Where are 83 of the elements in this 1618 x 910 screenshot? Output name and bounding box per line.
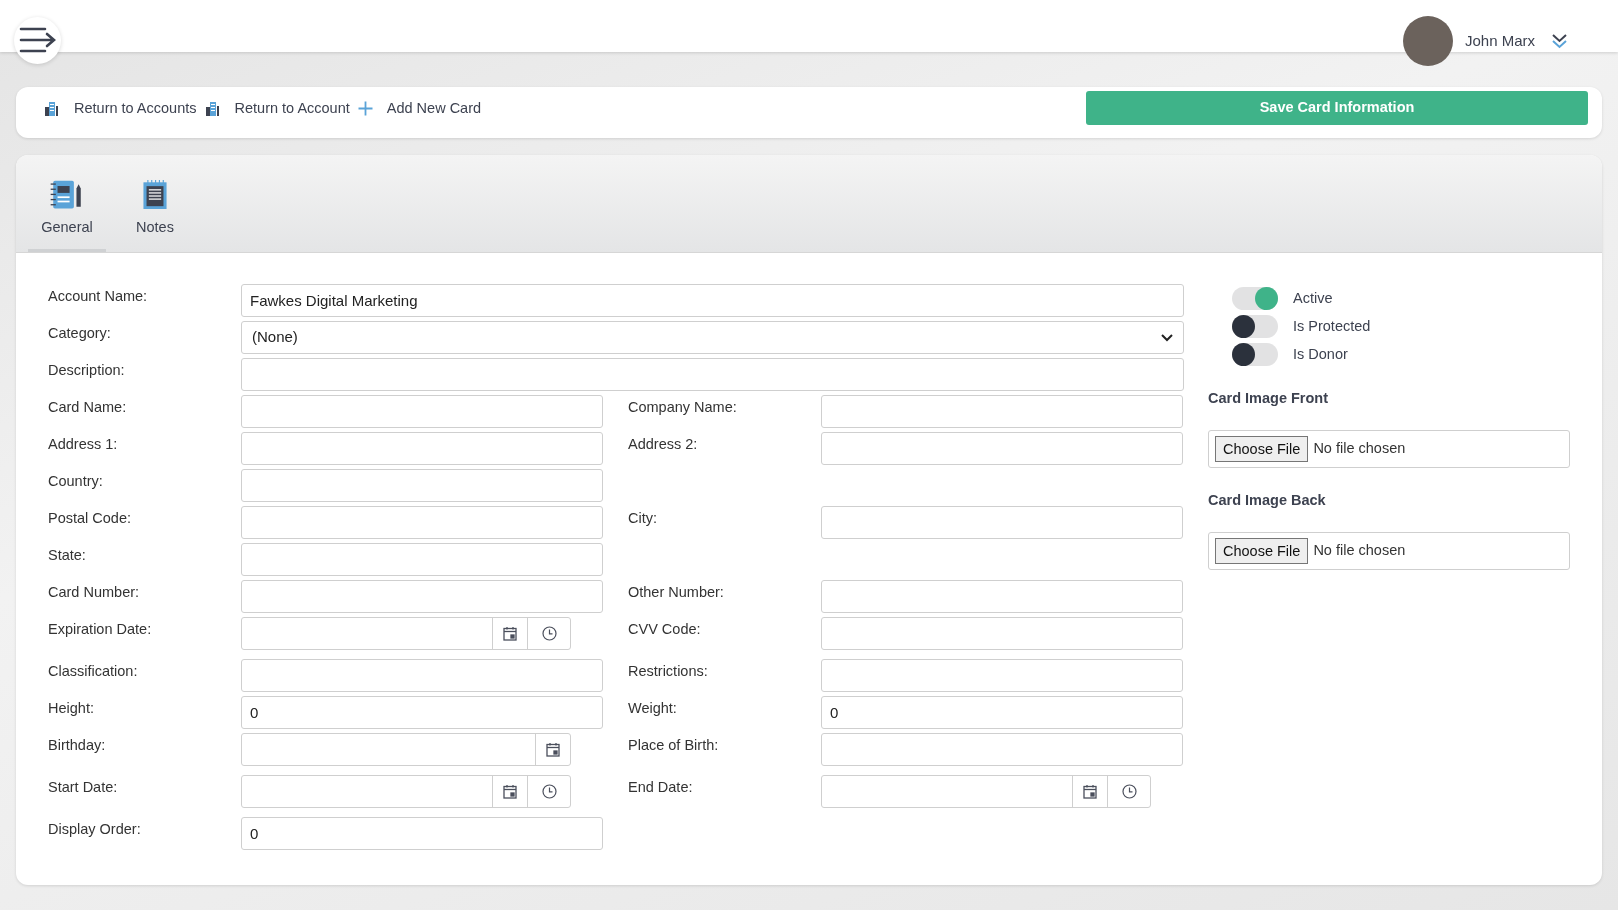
input-field[interactable]: Fawkes Digital Marketing xyxy=(241,284,1184,317)
field-label: Company Name: xyxy=(628,398,738,417)
plus-icon xyxy=(357,101,373,116)
file-status: No file chosen xyxy=(1313,439,1406,459)
field-label: Display Order: xyxy=(48,820,142,839)
menu-icon[interactable] xyxy=(14,16,61,64)
input-field[interactable]: 0 xyxy=(241,817,603,850)
clock-icon xyxy=(541,784,557,799)
field-label: Weight: xyxy=(628,699,678,718)
toggle-switch[interactable] xyxy=(1232,315,1278,338)
notepad-icon xyxy=(140,180,170,210)
input-field[interactable] xyxy=(821,659,1183,692)
input-field[interactable] xyxy=(241,358,1184,391)
field-label: Account Name: xyxy=(48,287,149,306)
building-icon xyxy=(204,101,221,116)
input-field[interactable] xyxy=(821,506,1183,539)
input-field[interactable] xyxy=(241,506,603,539)
field-label: Height: xyxy=(48,699,95,718)
input-field[interactable] xyxy=(821,395,1183,428)
input-field[interactable] xyxy=(821,617,1183,650)
field-label: Card Number: xyxy=(48,583,141,602)
action-link[interactable]: Return to Accounts xyxy=(44,97,197,120)
calendar-icon xyxy=(1083,784,1097,799)
field-label: End Date: xyxy=(628,778,694,797)
field-label: Postal Code: xyxy=(48,509,133,528)
action-link[interactable]: Return to Account xyxy=(204,97,350,120)
input-field[interactable] xyxy=(821,733,1183,766)
choose-file-button[interactable]: Choose File xyxy=(1215,538,1309,564)
avatar[interactable] xyxy=(1402,16,1453,66)
input-field[interactable] xyxy=(821,432,1183,465)
field-label: Category: xyxy=(48,324,112,343)
field-label: Classification: xyxy=(48,662,139,681)
input-field[interactable] xyxy=(241,432,603,465)
field-label: Other Number: xyxy=(628,583,725,602)
file-status: No file chosen xyxy=(1313,541,1406,561)
field-label: Address 1: xyxy=(48,435,119,454)
clock-icon xyxy=(1121,784,1137,799)
date-field[interactable] xyxy=(821,775,1151,808)
toggle-label: Active xyxy=(1293,288,1333,308)
date-field[interactable] xyxy=(241,617,571,650)
input-field[interactable] xyxy=(241,395,603,428)
field-label: City: xyxy=(628,509,658,528)
field-label: Expiration Date: xyxy=(48,620,153,639)
field-label: Birthday: xyxy=(48,736,107,755)
tab[interactable]: General xyxy=(28,180,106,252)
file-field[interactable]: Choose File No file chosen xyxy=(1208,430,1570,468)
clock-icon xyxy=(541,626,557,641)
building-icon xyxy=(44,101,60,116)
calendar-icon xyxy=(503,626,517,641)
field-label: CVV Code: xyxy=(628,620,702,639)
input-field[interactable] xyxy=(241,543,603,576)
calendar-icon xyxy=(546,742,560,757)
toggle-label: Is Donor xyxy=(1293,344,1348,364)
input-field[interactable]: 0 xyxy=(821,696,1183,729)
field-label: Card Name: xyxy=(48,398,128,417)
action-link[interactable]: Add New Card xyxy=(357,97,482,120)
user-name[interactable]: John Marx xyxy=(1464,29,1535,53)
field-label: Country: xyxy=(48,472,104,491)
upload-title: Card Image Front xyxy=(1208,389,1330,408)
chevron-down-icon xyxy=(1161,333,1173,342)
upload-title: Card Image Back xyxy=(1208,491,1327,510)
choose-file-button[interactable]: Choose File xyxy=(1215,436,1309,462)
tab[interactable]: Notes xyxy=(116,180,194,252)
input-field[interactable] xyxy=(821,580,1183,613)
input-field[interactable] xyxy=(241,580,603,613)
input-field[interactable] xyxy=(241,469,603,502)
input-field[interactable] xyxy=(241,659,603,692)
select-field[interactable]: (None) xyxy=(241,321,1184,354)
calendar-icon xyxy=(503,784,517,799)
file-field[interactable]: Choose File No file chosen xyxy=(1208,532,1570,570)
field-label: Place of Birth: xyxy=(628,736,720,755)
double-chevron-icon[interactable] xyxy=(1551,32,1568,50)
field-label: State: xyxy=(48,546,87,565)
date-field[interactable] xyxy=(241,775,571,808)
field-label: Restrictions: xyxy=(628,662,709,681)
date-field[interactable] xyxy=(241,733,571,766)
field-label: Address 2: xyxy=(628,435,699,454)
toggle-switch[interactable] xyxy=(1232,343,1278,366)
field-label: Start Date: xyxy=(48,778,119,797)
toggle-label: Is Protected xyxy=(1293,316,1371,336)
field-label: Description: xyxy=(48,361,126,380)
toggle-switch[interactable] xyxy=(1232,287,1278,310)
input-field[interactable]: 0 xyxy=(241,696,603,729)
